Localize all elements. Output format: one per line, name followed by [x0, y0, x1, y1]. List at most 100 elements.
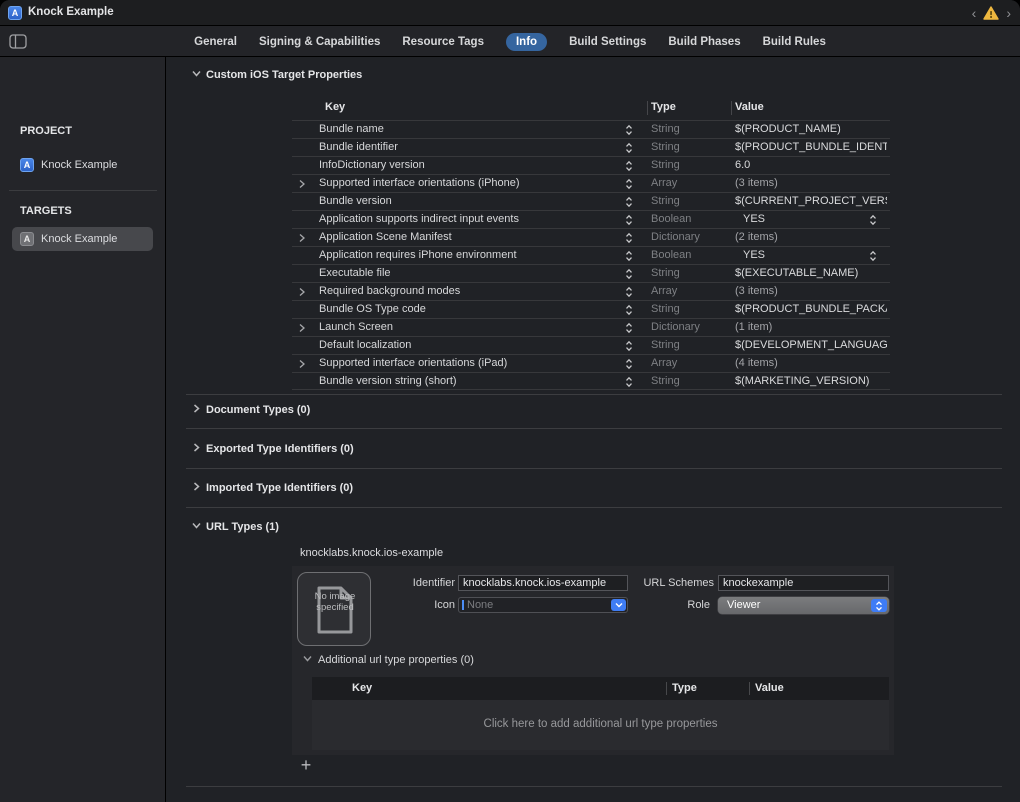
property-row[interactable]: Default localization String $(DEVELOPMENT… — [292, 336, 890, 354]
property-row[interactable]: Supported interface orientations (iPhone… — [292, 174, 890, 192]
property-type[interactable]: Boolean — [651, 213, 691, 225]
add-properties-hint[interactable]: Click here to add additional url type pr… — [312, 718, 889, 730]
property-value[interactable]: (3 items) — [735, 177, 887, 189]
key-stepper-icon[interactable] — [625, 160, 633, 175]
properties-table: Key Type Value Bundle name String$(PRODU… — [292, 97, 890, 390]
property-value[interactable]: $(PRODUCT_NAME) — [735, 123, 887, 135]
key-stepper-icon[interactable] — [625, 376, 633, 391]
sidebar-item-project[interactable]: A Knock Example — [12, 153, 153, 177]
section-url-types[interactable]: URL Types (1) — [192, 519, 279, 535]
property-type[interactable]: Dictionary — [651, 231, 700, 243]
property-row[interactable]: Bundle version String$(CURRENT_PROJECT_V… — [292, 192, 890, 210]
tab-general[interactable]: General — [194, 33, 237, 51]
property-row[interactable]: InfoDictionary version String6.0 — [292, 156, 890, 174]
property-row[interactable]: Bundle OS Type code String$(PRODUCT_BUND… — [292, 300, 890, 318]
property-row[interactable]: Bundle version string (short) String$(MA… — [292, 372, 890, 390]
popup-stepper-button[interactable] — [871, 599, 887, 612]
disclosure-chevron-icon[interactable] — [298, 179, 306, 192]
property-row[interactable]: Application supports indirect input even… — [292, 210, 890, 228]
additional-url-properties-header[interactable]: Additional url type properties (0) — [303, 652, 474, 667]
property-type[interactable]: Dictionary — [651, 321, 700, 333]
disclosure-chevron-icon[interactable] — [298, 359, 306, 372]
property-type[interactable]: Array — [651, 357, 677, 369]
property-type[interactable]: Boolean — [651, 249, 691, 261]
property-value[interactable]: (1 item) — [735, 321, 887, 333]
property-type[interactable]: Array — [651, 177, 677, 189]
property-type[interactable]: Array — [651, 285, 677, 297]
nav-back-icon[interactable]: ‹ — [971, 4, 978, 22]
property-value[interactable]: $(MARKETING_VERSION) — [735, 375, 887, 387]
key-stepper-icon[interactable] — [625, 178, 633, 193]
disclosure-chevron-icon[interactable] — [298, 233, 306, 246]
section-exported-type-identifiers[interactable]: Exported Type Identifiers (0) — [192, 441, 354, 457]
property-row[interactable]: Bundle identifier String $(PRODUCT_BUNDLE… — [292, 138, 890, 156]
section-imported-type-identifiers[interactable]: Imported Type Identifiers (0) — [192, 480, 353, 496]
property-type[interactable]: String — [651, 339, 680, 351]
tab-build-rules[interactable]: Build Rules — [763, 33, 826, 51]
property-value[interactable]: (3 items) — [735, 285, 887, 297]
sidebar-item-target[interactable]: A Knock Example — [12, 227, 153, 251]
tab-build-settings[interactable]: Build Settings — [569, 33, 646, 51]
identifier-field[interactable]: knocklabs.knock.ios-example — [458, 575, 628, 591]
key-stepper-icon[interactable] — [625, 124, 633, 139]
property-row[interactable]: Executable file String$(EXECUTABLE_NAME) — [292, 264, 890, 282]
add-url-type-button[interactable]: + — [296, 755, 316, 775]
property-type[interactable]: String — [651, 267, 680, 279]
key-stepper-icon[interactable] — [625, 142, 633, 157]
bottom-divider — [186, 786, 1002, 787]
property-key: Bundle identifier — [319, 141, 398, 153]
property-value[interactable]: 6.0 — [735, 159, 887, 171]
nav-forward-icon[interactable]: › — [1005, 4, 1012, 22]
property-value[interactable]: $(CURRENT_PROJECT_VERS — [735, 195, 887, 207]
property-row[interactable]: Application requires iPhone environment … — [292, 246, 890, 264]
tab-resource-tags[interactable]: Resource Tags — [402, 33, 484, 51]
tab-info[interactable]: Info — [506, 33, 547, 51]
role-popup[interactable]: Viewer — [718, 597, 889, 614]
key-stepper-icon[interactable] — [625, 286, 633, 301]
property-type[interactable]: String — [651, 159, 680, 171]
property-value[interactable]: (4 items) — [735, 357, 887, 369]
additional-table-empty-area[interactable]: Click here to add additional url type pr… — [312, 700, 889, 750]
property-row[interactable]: Launch Screen Dictionary(1 item) — [292, 318, 890, 336]
property-type[interactable]: String — [651, 141, 680, 153]
icon-combobox[interactable]: None — [458, 597, 628, 613]
tab-signing-capabilities[interactable]: Signing & Capabilities — [259, 33, 380, 51]
key-stepper-icon[interactable] — [625, 322, 633, 337]
url-schemes-field[interactable]: knockexample — [718, 575, 889, 591]
tab-build-phases[interactable]: Build Phases — [668, 33, 740, 51]
key-stepper-icon[interactable] — [625, 214, 633, 229]
section-custom-properties-header[interactable]: Custom iOS Target Properties — [192, 67, 362, 83]
disclosure-chevron-icon[interactable] — [298, 287, 306, 300]
property-key: Default localization — [319, 339, 411, 351]
key-stepper-icon[interactable] — [625, 304, 633, 319]
property-type[interactable]: String — [651, 195, 680, 207]
property-value[interactable]: $(PRODUCT_BUNDLE_PACKA — [735, 303, 887, 315]
property-row[interactable]: Application Scene Manifest Dictionary(2 … — [292, 228, 890, 246]
property-value[interactable]: YES — [735, 213, 887, 225]
property-row[interactable]: Required background modes Array(3 items) — [292, 282, 890, 300]
key-stepper-icon[interactable] — [625, 232, 633, 247]
combo-dropdown-button[interactable] — [611, 599, 626, 611]
property-row[interactable]: Bundle name String$(PRODUCT_NAME) — [292, 120, 890, 138]
key-stepper-icon[interactable] — [625, 340, 633, 355]
property-value[interactable]: $(DEVELOPMENT_LANGUAGI — [735, 339, 887, 351]
projects-sidebar: PROJECT A Knock Example TARGETS A Knock … — [0, 57, 165, 802]
property-key: Application requires iPhone environment — [319, 249, 517, 261]
property-value[interactable]: $(EXECUTABLE_NAME) — [735, 267, 887, 279]
warning-icon[interactable] — [983, 6, 999, 20]
section-document-types[interactable]: Document Types (0) — [192, 402, 310, 418]
property-value[interactable]: YES — [735, 249, 887, 261]
property-row[interactable]: Supported interface orientations (iPad) … — [292, 354, 890, 372]
disclosure-chevron-icon[interactable] — [298, 323, 306, 336]
property-value[interactable]: $(PRODUCT_BUNDLE_IDENT — [735, 141, 887, 153]
key-stepper-icon[interactable] — [625, 358, 633, 373]
property-type[interactable]: String — [651, 123, 680, 135]
property-type[interactable]: String — [651, 303, 680, 315]
key-stepper-icon[interactable] — [625, 268, 633, 283]
property-type[interactable]: String — [651, 375, 680, 387]
key-stepper-icon[interactable] — [625, 250, 633, 265]
value-stepper-icon[interactable] — [869, 250, 877, 265]
key-stepper-icon[interactable] — [625, 196, 633, 211]
value-stepper-icon[interactable] — [869, 214, 877, 229]
property-value[interactable]: (2 items) — [735, 231, 887, 243]
